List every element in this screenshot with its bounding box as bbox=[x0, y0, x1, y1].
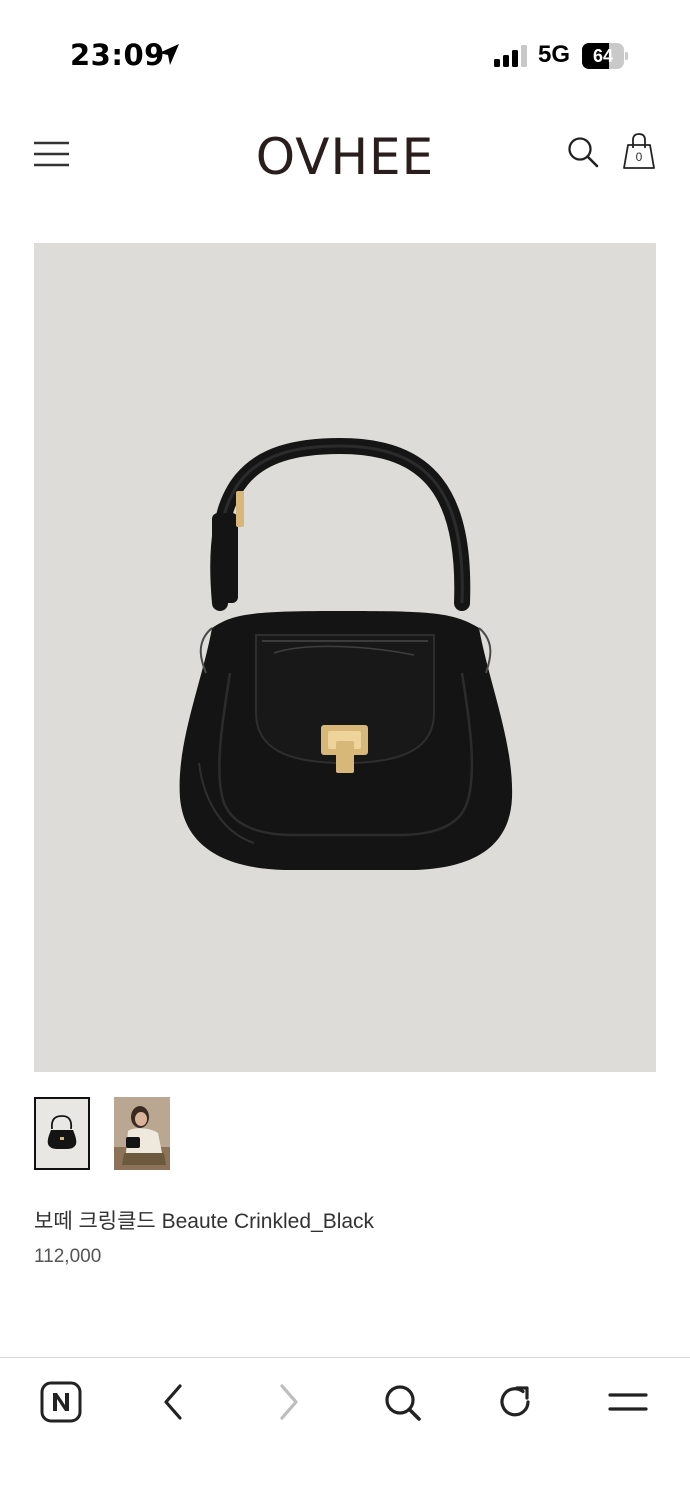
cart-count: 0 bbox=[635, 150, 643, 164]
thumbnail-model-with-bag[interactable] bbox=[114, 1097, 170, 1170]
status-bar: 23:09 5G 64 bbox=[0, 0, 690, 110]
location-arrow-icon bbox=[159, 44, 179, 65]
product-page: 23:09 5G 64 OVHEE 0 보떼 크링클드 Beaute Crink… bbox=[0, 0, 690, 1500]
menu-icon[interactable] bbox=[34, 140, 70, 168]
product-title: 보떼 크링클드 Beaute Crinkled_Black bbox=[34, 1210, 375, 1233]
product-main-image[interactable] bbox=[34, 243, 656, 1072]
status-time: 23:09 bbox=[70, 38, 165, 72]
refresh-icon[interactable] bbox=[493, 1380, 537, 1424]
thumbnail-bag-front[interactable] bbox=[34, 1097, 90, 1170]
battery-percent: 64 bbox=[592, 46, 614, 66]
signal-icon bbox=[494, 45, 527, 67]
site-header: OVHEE 0 bbox=[0, 110, 690, 205]
search-icon[interactable] bbox=[566, 136, 600, 170]
thumbnail-model-image bbox=[114, 1097, 170, 1170]
network-label: 5G bbox=[538, 41, 571, 68]
menu-icon[interactable] bbox=[606, 1380, 650, 1424]
handbag-illustration bbox=[179, 437, 513, 870]
thumbnail-bag-image bbox=[47, 1115, 77, 1149]
cart-button[interactable]: 0 bbox=[621, 132, 657, 172]
search-icon[interactable] bbox=[380, 1380, 424, 1424]
browser-toolbar bbox=[0, 1357, 690, 1500]
battery-indicator: 64 bbox=[582, 43, 629, 69]
product-price: 112,000 bbox=[34, 1246, 102, 1267]
naver-home-icon[interactable] bbox=[39, 1380, 83, 1424]
forward-icon[interactable] bbox=[266, 1380, 310, 1424]
back-icon[interactable] bbox=[152, 1380, 196, 1424]
